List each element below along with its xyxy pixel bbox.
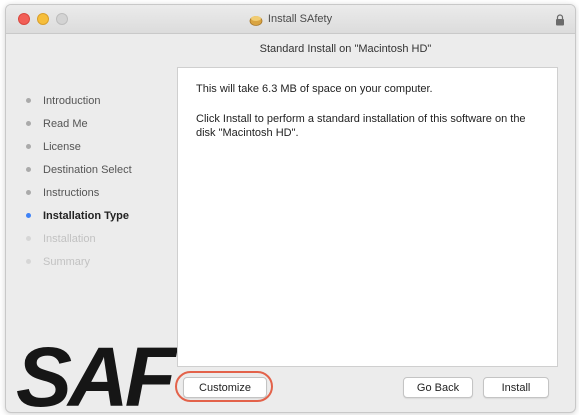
step-bullet-icon [26,144,31,149]
step-label: Read Me [43,117,88,130]
window-title: Install SAfety [267,13,333,25]
step-bullet-icon [26,121,31,126]
lock-icon [555,13,565,26]
go-back-button[interactable]: Go Back [403,377,473,398]
title-group: Install SAfety [6,5,575,33]
step-bullet-icon [26,236,31,241]
space-required-text: This will take 6.3 MB of space on your c… [196,83,433,95]
step-license: License [26,135,132,158]
title-bar[interactable]: Install SAfety [6,5,575,34]
step-label: Installation Type [43,209,129,222]
step-label: Instructions [43,186,100,199]
step-destination-select: Destination Select [26,158,132,181]
step-read-me: Read Me [26,112,132,135]
install-instructions-text: Click Install to perform a standard inst… [196,113,526,139]
step-installation: Installation [26,227,132,250]
step-label: Summary [43,255,91,268]
step-bullet-icon [26,259,31,264]
content-panel: This will take 6.3 MB of space on your c… [177,67,558,367]
page-subtitle: Standard Install on "Macintosh HD" [259,43,432,55]
customize-button[interactable]: Customize [183,377,267,398]
installer-window: Install SAfety Standard Install on "Maci… [5,4,576,413]
product-logo: SAF [16,335,176,413]
step-label: Destination Select [43,163,132,176]
step-summary: Summary [26,250,132,273]
steps-sidebar: Introduction Read Me License Destination… [6,67,177,413]
step-label: License [43,140,81,153]
step-label: Introduction [43,94,101,107]
step-introduction: Introduction [26,89,132,112]
package-icon [249,13,263,26]
step-bullet-icon [26,167,31,172]
step-label: Installation [43,232,96,245]
step-bullet-icon [26,190,31,195]
step-bullet-icon [26,98,31,103]
steps-list: Introduction Read Me License Destination… [26,89,132,273]
step-installation-type: Installation Type [26,204,132,227]
step-bullet-icon [26,213,31,218]
install-button[interactable]: Install [483,377,549,398]
step-instructions: Instructions [26,181,132,204]
